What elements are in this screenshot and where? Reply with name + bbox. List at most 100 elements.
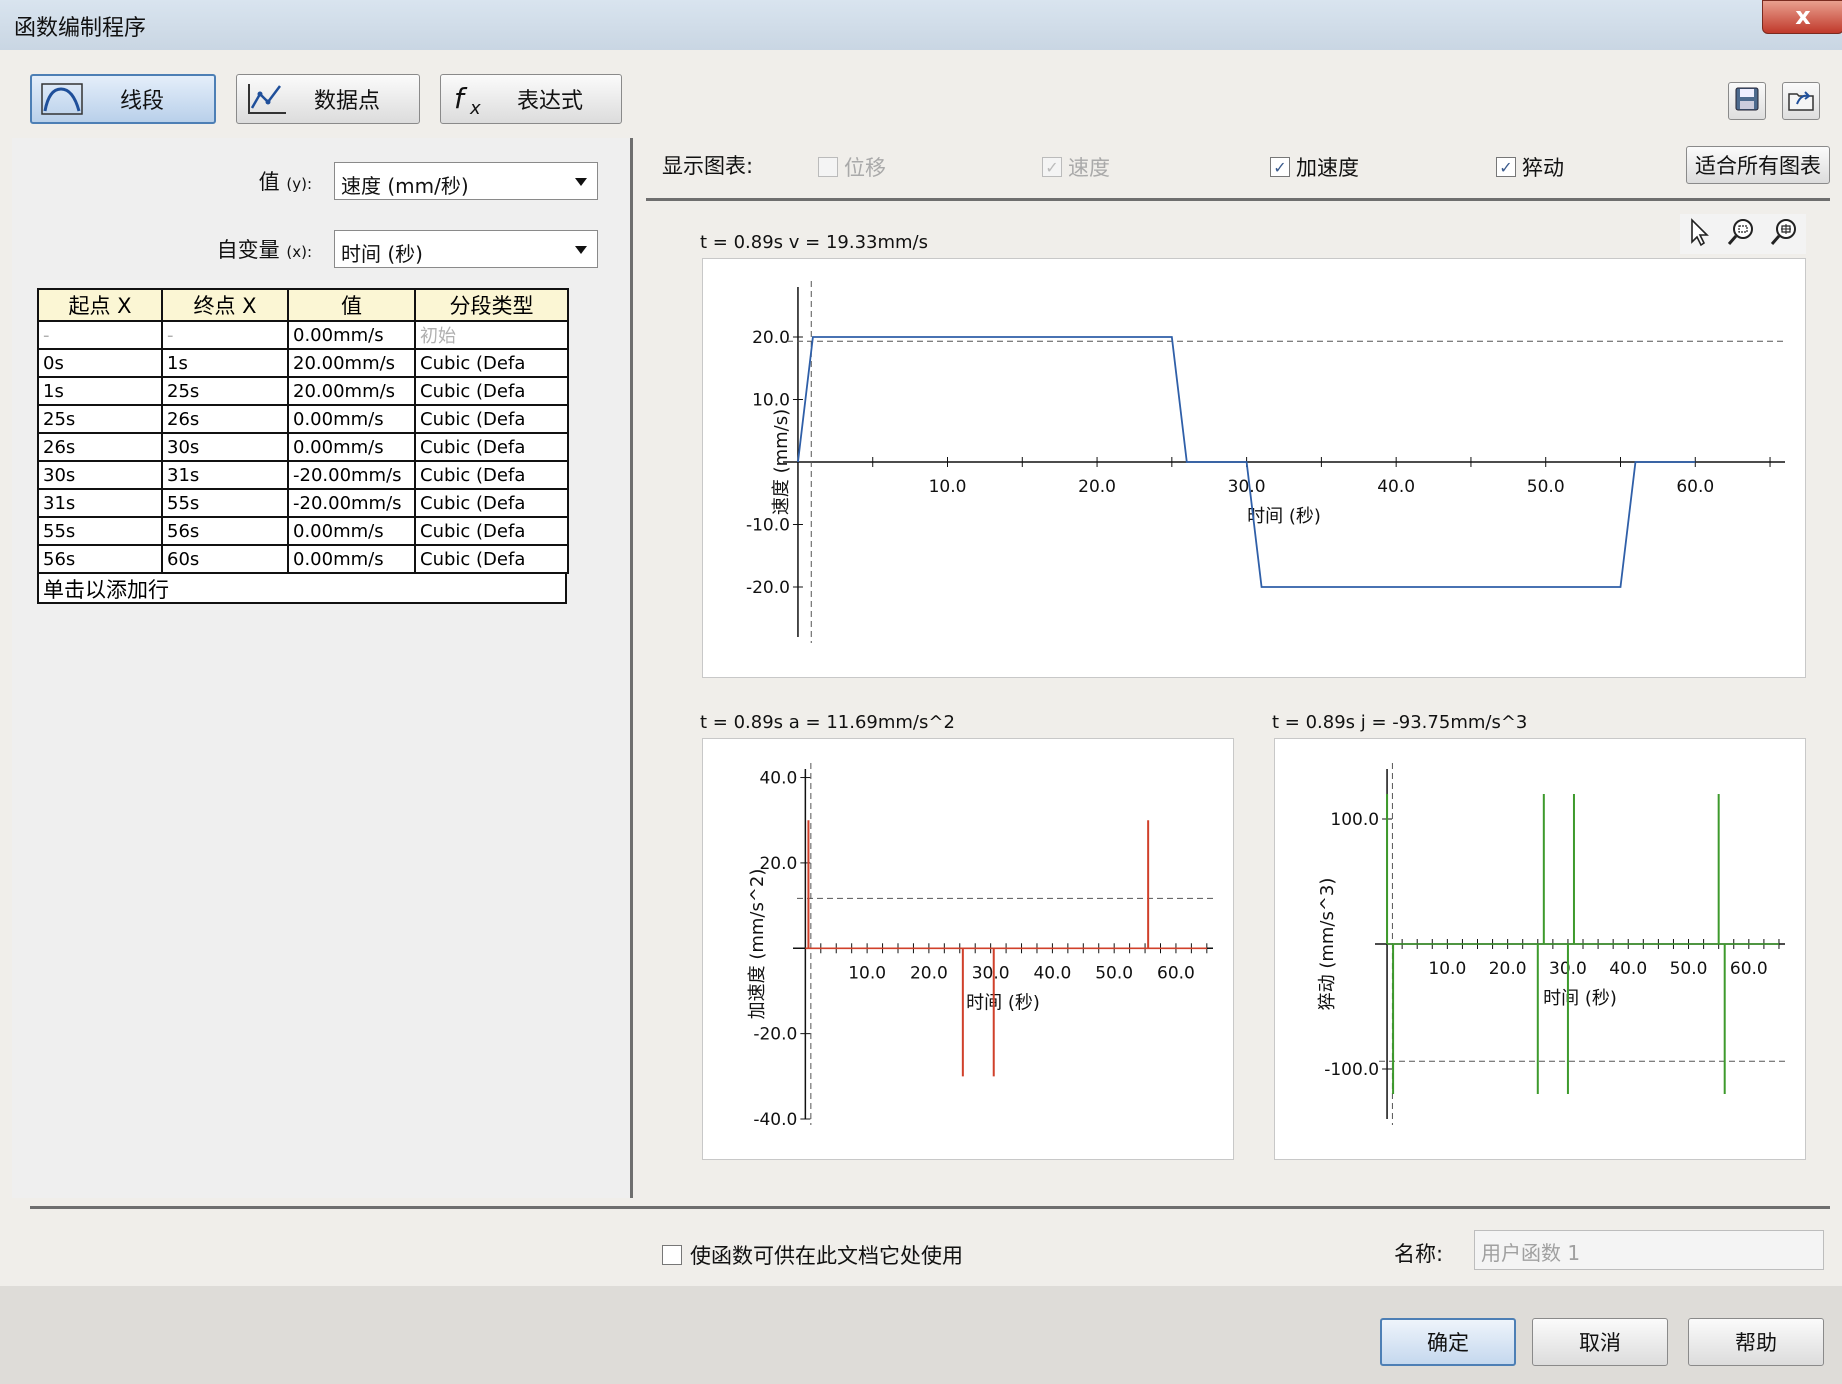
save-button[interactable] xyxy=(1728,82,1766,120)
close-button[interactable]: x xyxy=(1762,0,1842,34)
variable-label-text: 自变量 xyxy=(216,238,280,262)
end-x-cell[interactable]: 30s xyxy=(161,432,289,462)
start-x-cell[interactable]: 56s xyxy=(37,544,163,574)
acceleration-chart-area[interactable]: 10.0 20.0 30.0 40.0 50.0 60.0 40.0 20.0 -20.0 -40… xyxy=(702,738,1234,1160)
value-cell[interactable]: 20.00mm/s xyxy=(287,376,416,406)
variable-select[interactable]: 时间 (秒) xyxy=(334,230,598,268)
end-x-cell[interactable]: 26s xyxy=(161,404,289,434)
jerk-checkbox[interactable]: ✓ xyxy=(1496,157,1516,177)
start-x-cell[interactable]: 55s xyxy=(37,516,163,546)
chart-tools xyxy=(1680,214,1806,254)
mode-segment-button[interactable]: 线段 xyxy=(30,74,216,124)
end-x-cell[interactable]: 1s xyxy=(161,348,289,378)
end-x-cell[interactable]: 31s xyxy=(161,460,289,490)
column-header[interactable]: 值 xyxy=(287,288,416,322)
end-x-cell[interactable]: 60s xyxy=(161,544,289,574)
title-bar: 函数编制程序 x xyxy=(0,0,1842,51)
mode-expression-button[interactable]: fx 表达式 xyxy=(440,74,622,124)
table-row[interactable]: 55s 56s 0.00mm/s Cubic (Defa xyxy=(37,516,569,546)
end-x-cell[interactable]: 56s xyxy=(161,516,289,546)
value-cell[interactable]: 0.00mm/s xyxy=(287,320,416,350)
value-select[interactable]: 速度 (mm/秒) xyxy=(334,162,598,200)
ok-button[interactable]: 确定 xyxy=(1380,1318,1516,1366)
end-x-cell[interactable]: - xyxy=(161,320,289,350)
velocity-checkbox[interactable]: ✓ xyxy=(1042,157,1062,177)
column-header[interactable]: 起点 X xyxy=(37,288,163,322)
y-tick-label: -40.0 xyxy=(753,1110,797,1130)
start-x-cell[interactable]: - xyxy=(37,320,163,350)
velocity-chart-area[interactable]: 10.0 20.0 30.0 40.0 50.0 60.0 20.0 10.0 -10.0 -20… xyxy=(702,258,1806,678)
segment-table-wrap: 起点 X 终点 X 值 分段类型 - - 0.00mm/s 初始 0s 1s 2… xyxy=(37,288,569,604)
start-x-cell[interactable]: 0s xyxy=(37,348,163,378)
table-row[interactable]: 30s 31s -20.00mm/s Cubic (Defa xyxy=(37,460,569,490)
segment-type-cell[interactable]: Cubic (Defa xyxy=(414,376,569,406)
segment-type-cell[interactable]: Cubic (Defa xyxy=(414,460,569,490)
x-axis-title: 时间 (秒) xyxy=(1543,988,1617,1009)
import-button[interactable] xyxy=(1782,82,1820,120)
help-button[interactable]: 帮助 xyxy=(1688,1318,1824,1366)
segment-type-cell[interactable]: Cubic (Defa xyxy=(414,516,569,546)
display-acceleration-option: ✓ 加速度 xyxy=(1270,152,1359,182)
table-row[interactable]: 1s 25s 20.00mm/s Cubic (Defa xyxy=(37,376,569,406)
y-tick-label: 10.0 xyxy=(752,390,790,410)
cancel-button[interactable]: 取消 xyxy=(1532,1318,1668,1366)
segment-type-cell[interactable]: 初始 xyxy=(414,320,569,350)
table-row[interactable]: 0s 1s 20.00mm/s Cubic (Defa xyxy=(37,348,569,378)
column-header[interactable]: 终点 X xyxy=(161,288,289,322)
data-points-chart-icon xyxy=(245,79,289,119)
fit-all-charts-button[interactable]: 适合所有图表 xyxy=(1686,146,1830,184)
function-name-field[interactable]: 用户函数 1 xyxy=(1474,1230,1824,1270)
table-row[interactable]: 56s 60s 0.00mm/s Cubic (Defa xyxy=(37,544,569,574)
table-row[interactable]: 25s 26s 0.00mm/s Cubic (Defa xyxy=(37,404,569,434)
segment-type-cell[interactable]: Cubic (Defa xyxy=(414,488,569,518)
open-folder-icon xyxy=(1787,86,1815,116)
value-cell[interactable]: 20.00mm/s xyxy=(287,348,416,378)
value-cell[interactable]: -20.00mm/s xyxy=(287,488,416,518)
segment-type-cell[interactable]: Cubic (Defa xyxy=(414,544,569,574)
mode-label: 线段 xyxy=(119,89,164,114)
value-cell[interactable]: -20.00mm/s xyxy=(287,460,416,490)
svg-text:f: f xyxy=(454,82,468,115)
table-row[interactable]: 26s 30s 0.00mm/s Cubic (Defa xyxy=(37,432,569,462)
value-cell[interactable]: 0.00mm/s xyxy=(287,432,416,462)
name-label: 名称: xyxy=(1394,1242,1444,1266)
segment-type-cell[interactable]: Cubic (Defa xyxy=(414,432,569,462)
y-axis-title: 加速度 (mm/s^2) xyxy=(747,869,768,1020)
start-x-cell[interactable]: 25s xyxy=(37,404,163,434)
end-x-cell[interactable]: 55s xyxy=(161,488,289,518)
start-x-cell[interactable]: 30s xyxy=(37,460,163,490)
value-cell[interactable]: 0.00mm/s xyxy=(287,544,416,574)
end-x-cell[interactable]: 25s xyxy=(161,376,289,406)
table-row[interactable]: - - 0.00mm/s 初始 xyxy=(37,320,569,350)
jerk-chart[interactable]: 10.0 20.0 30.0 40.0 50.0 60.0100.0-100.0时间 (秒… xyxy=(1275,739,1805,1159)
zoom-region-icon[interactable] xyxy=(1726,217,1756,251)
displacement-checkbox[interactable] xyxy=(818,157,838,177)
x-axis-title: 时间 (秒) xyxy=(1247,506,1321,527)
x-tick-label: 60.0 xyxy=(1730,959,1768,979)
value-cell[interactable]: 0.00mm/s xyxy=(287,404,416,434)
zoom-fit-icon[interactable] xyxy=(1769,217,1799,251)
y-axis-title: 猝动 (mm/s^3) xyxy=(1317,878,1338,1011)
x-tick-label: 50.0 xyxy=(1095,963,1133,983)
acceleration-chart[interactable]: 10.0 20.0 30.0 40.0 50.0 60.040.020.0-20.0-40… xyxy=(703,739,1233,1159)
velocity-chart[interactable]: 10.0 20.0 30.0 40.0 50.0 60.0 20.0 10.0 -10.0 -20… xyxy=(703,259,1805,677)
start-x-cell[interactable]: 1s xyxy=(37,376,163,406)
value-cell[interactable]: 0.00mm/s xyxy=(287,516,416,546)
add-row-button[interactable]: 单击以添加行 xyxy=(37,574,567,604)
y-tick-label: -20.0 xyxy=(746,578,790,598)
acceleration-checkbox[interactable]: ✓ xyxy=(1270,157,1290,177)
jerk-label: 猝动 xyxy=(1522,156,1564,180)
start-x-cell[interactable]: 31s xyxy=(37,488,163,518)
share-checkbox[interactable] xyxy=(662,1245,682,1265)
pointer-arrow-icon[interactable] xyxy=(1687,217,1713,251)
segment-type-cell[interactable]: Cubic (Defa xyxy=(414,348,569,378)
start-x-cell[interactable]: 26s xyxy=(37,432,163,462)
acceleration-readout: t = 0.89s a = 11.69mm/s^2 xyxy=(700,712,955,733)
table-row[interactable]: 31s 55s -20.00mm/s Cubic (Defa xyxy=(37,488,569,518)
x-tick-label: 60.0 xyxy=(1157,963,1195,983)
segment-type-cell[interactable]: Cubic (Defa xyxy=(414,404,569,434)
x-tick-label: 30.0 xyxy=(1228,477,1266,497)
jerk-chart-area[interactable]: 10.0 20.0 30.0 40.0 50.0 60.0 100.0 -100.0 时间 (秒… xyxy=(1274,738,1806,1160)
column-header[interactable]: 分段类型 xyxy=(414,288,569,322)
mode-datapoints-button[interactable]: 数据点 xyxy=(236,74,420,124)
